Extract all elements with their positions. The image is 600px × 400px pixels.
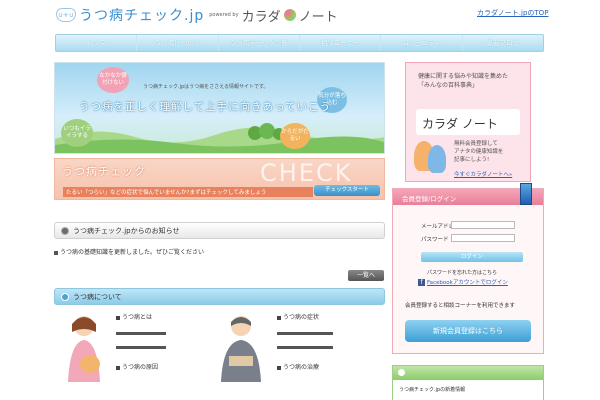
ad-line-4: 無料会員登録して <box>454 141 498 147</box>
header: ∪+∪ うつ病チェック.jp powered by カラダ ノート カラダノート… <box>0 0 600 32</box>
facebook-login-text: Facebookアカウントでログイン <box>427 280 508 286</box>
ad-logo: カラダ ノート <box>416 109 520 135</box>
square-bullet-icon <box>54 250 58 255</box>
article-text-line <box>277 346 333 349</box>
info-box-header <box>393 366 543 380</box>
article-title: うつ病の治療 <box>277 362 319 371</box>
woman-illustration <box>68 316 100 382</box>
news-item[interactable]: うつ病の基礎知識を更新しました。ぜひご覧ください <box>54 247 204 256</box>
news-item-text: うつ病の基礎知識を更新しました。ぜひご覧ください <box>60 249 205 256</box>
ad-link[interactable]: 今すぐカラダノートへ» <box>454 170 512 178</box>
door-icon <box>520 183 532 205</box>
about-section-header: うつ病について <box>54 288 385 305</box>
nav-item-check[interactable]: うつ病チェック診断 <box>219 35 300 51</box>
page: ∪+∪ うつ病チェック.jp powered by カラダ ノート カラダノート… <box>0 0 600 400</box>
facebook-login-link[interactable]: f Facebookアカウントでログイン <box>418 278 508 286</box>
login-title: 会員登録/ログイン <box>402 195 457 203</box>
bubble-tired: からだがだるい <box>280 123 310 149</box>
forgot-password-link[interactable]: パスワードを忘れた方はこちら <box>427 269 497 276</box>
nav-item-community[interactable]: コミュニティ <box>381 35 463 51</box>
hero-subtitle: うつ病チェック.jpはうつ病をささえる情報サイトです。 <box>143 84 269 90</box>
news-section-title: うつ病チェック.jpからのお知らせ <box>73 227 180 235</box>
article-item[interactable]: うつ病とは うつ病の原因 <box>60 310 220 390</box>
bubble-sleepless: なかなか寝付けない <box>97 67 129 93</box>
logo-powered-by: powered by <box>209 12 239 18</box>
clover-icon <box>283 9 296 21</box>
hills-illustration <box>55 123 384 153</box>
login-note: 会員登録すると相談コーナーを利用できます <box>405 303 516 309</box>
login-box: 会員登録/ログイン メールアドレス パスワード ログイン パスワードを忘れた方は… <box>392 183 544 354</box>
info-box-text: うつ病チェック.jpの新着情報 <box>399 387 466 393</box>
hero-banner: なかなか寝付けない 気分が落ち込む いつもイライラする からだがだるい うつ病チ… <box>54 62 385 154</box>
check-title: うつ病チェック <box>62 165 146 178</box>
karada-note-ad[interactable]: 健康に関する悩みや知識を集めた 「みんなの百科事典」 カラダ ノート 無料会員登… <box>405 62 531 182</box>
logo-title: うつ病チェック.jp <box>79 8 205 24</box>
check-watermark: CHECK <box>260 159 353 187</box>
article-item[interactable]: うつ病の症状 うつ病の治療 <box>215 310 385 390</box>
bullet-icon <box>61 293 69 301</box>
article-text-line <box>116 332 166 335</box>
news-section-header: うつ病チェック.jpからのお知らせ <box>54 222 385 239</box>
check-start-button[interactable]: チェックスタート <box>314 185 380 196</box>
ad-line-5: アナタの健康知識を <box>454 149 504 155</box>
site-logo[interactable]: ∪+∪ うつ病チェック.jp powered by カラダ ノート <box>56 2 338 28</box>
bullet-icon <box>61 227 69 235</box>
ad-line-1: 健康に関する悩みや知識を集めた <box>418 73 509 80</box>
bubble-irritated: いつもイライラする <box>61 119 93 147</box>
news-more-button[interactable]: 一覧へ <box>348 270 384 281</box>
password-field[interactable] <box>451 234 515 242</box>
bullet-icon <box>398 369 405 376</box>
hero-main-text: うつ病を正しく理解して上手に向きあっていこう <box>79 101 332 113</box>
nav-item-blog[interactable]: 患者ブログ <box>463 35 543 51</box>
logo-karada: カラダ <box>241 9 281 25</box>
article-text-line <box>277 332 333 335</box>
ad-line-2: 「みんなの百科事典」 <box>418 82 479 89</box>
login-button[interactable]: ログイン <box>421 252 523 262</box>
article-title: うつ病の症状 <box>277 312 319 321</box>
person-illustration <box>428 145 446 173</box>
check-text: たるい「つらい」などの症状で悩んでいませんか?まずはチェックしてみましょう <box>63 187 313 197</box>
nav-item-top[interactable]: トップ <box>56 35 138 51</box>
info-box: うつ病チェック.jpの新着情報 <box>392 365 544 400</box>
facebook-icon: f <box>418 279 425 286</box>
article-title: うつ病とは <box>116 312 152 321</box>
password-label: パスワード <box>421 237 449 243</box>
logo-mark-icon: ∪+∪ <box>56 8 76 22</box>
global-nav: トップ うつ病について うつ病チェック診断 相談コーナー コミュニティ 患者ブロ… <box>55 34 544 52</box>
article-text-line <box>116 346 166 349</box>
ad-line-6: 記事にしよう! <box>454 157 490 163</box>
register-button[interactable]: 新規会員登録はこちら <box>405 320 531 342</box>
nav-item-about[interactable]: うつ病について <box>137 35 219 51</box>
article-title: うつ病の原因 <box>116 362 158 371</box>
check-banner[interactable]: うつ病チェック CHECK たるい「つらい」などの症状で悩んでいませんか?まずは… <box>54 158 385 200</box>
man-illustration <box>221 316 261 382</box>
logo-note: ノート <box>298 9 338 25</box>
ad-logo-text: カラダ ノート <box>422 117 498 131</box>
nav-item-consult[interactable]: 相談コーナー <box>300 35 382 51</box>
email-field[interactable] <box>451 221 515 229</box>
karada-note-top-link[interactable]: カラダノート.jpのTOP <box>477 8 548 18</box>
about-section-title: うつ病について <box>73 293 122 301</box>
